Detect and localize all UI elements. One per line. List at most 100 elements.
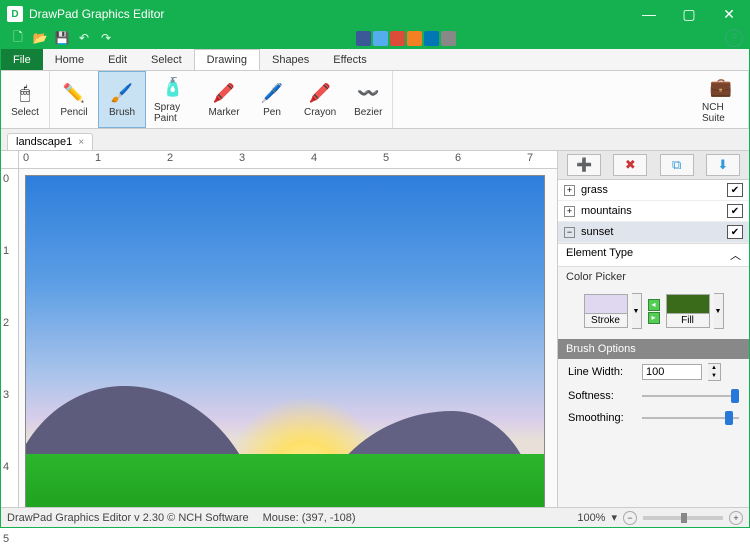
menu-bar: File Home Edit Select Drawing Shapes Eff… <box>1 49 749 71</box>
stroke-dropdown-icon[interactable]: ▼ <box>632 293 642 329</box>
layer-visible-checkbox[interactable]: ✔ <box>727 204 743 218</box>
document-tab-label: landscape1 <box>16 136 72 148</box>
brush-options-header: Brush Options <box>558 339 749 359</box>
color-picker-label: Color Picker <box>558 267 749 287</box>
tool-pencil[interactable]: ✏️Pencil <box>50 71 98 128</box>
spray-icon: 🧴 <box>161 76 185 100</box>
zoom-slider[interactable] <box>643 516 723 520</box>
close-button[interactable]: ✕ <box>709 1 749 27</box>
qat-new-icon[interactable]: 🗋 <box>9 29 27 47</box>
layer-name: grass <box>581 184 721 196</box>
zoom-value: 100% <box>577 512 605 524</box>
ribbon: 🖱 Select ✏️Pencil 🖌️Brush 🧴Spray Paint 🖍… <box>1 71 749 129</box>
swap-right-icon[interactable]: ▸ <box>648 312 660 324</box>
line-width-input[interactable] <box>642 364 702 380</box>
line-width-spinner[interactable]: ▲▼ <box>708 363 721 381</box>
twitter-icon[interactable] <box>373 31 388 46</box>
smoothing-slider[interactable] <box>642 411 739 425</box>
softness-row: Softness: <box>558 385 749 407</box>
layer-visible-checkbox[interactable]: ✔ <box>727 225 743 239</box>
add-layer-button[interactable]: ➕ <box>567 154 601 176</box>
maximize-button[interactable]: ▢ <box>669 1 709 27</box>
qat-save-icon[interactable]: 💾 <box>53 29 71 47</box>
fill-label: Fill <box>667 313 709 327</box>
qat-open-icon[interactable]: 📂 <box>31 29 49 47</box>
status-mouse-text: Mouse: (397, -108) <box>263 512 356 524</box>
stroke-color-box[interactable]: Stroke <box>584 294 628 328</box>
document-tab[interactable]: landscape1 × <box>7 133 93 150</box>
tool-bezier[interactable]: 〰️Bezier <box>344 71 392 128</box>
duplicate-layer-button[interactable]: ⧉ <box>660 154 694 176</box>
fill-dropdown-icon[interactable]: ▼ <box>714 293 724 329</box>
menu-shapes[interactable]: Shapes <box>260 49 321 70</box>
layer-name: mountains <box>581 205 721 217</box>
menu-home[interactable]: Home <box>43 49 96 70</box>
qat-undo-icon[interactable]: ↶ <box>75 29 93 47</box>
tool-crayon[interactable]: 🖍️Crayon <box>296 71 344 128</box>
close-tab-icon[interactable]: × <box>78 137 84 148</box>
nch-suite-button[interactable]: 💼NCH Suite <box>694 71 748 128</box>
color-picker-row: Stroke ▼ ◂ ▸ Fill ▼ <box>558 287 749 339</box>
layers-list: + grass ✔ + mountains ✔ − sunset ✔ <box>558 180 749 243</box>
minimize-button[interactable]: — <box>629 1 669 27</box>
app-icon: D <box>7 6 23 22</box>
smoothing-label: Smoothing: <box>568 412 636 424</box>
tool-marker[interactable]: 🖍️Marker <box>200 71 248 128</box>
title-bar: D DrawPad Graphics Editor — ▢ ✕ <box>1 1 749 27</box>
element-type-label: Element Type <box>566 247 633 263</box>
window-title: DrawPad Graphics Editor <box>29 7 629 21</box>
help-icon[interactable]: ? <box>725 29 743 47</box>
rss-icon[interactable] <box>407 31 422 46</box>
layer-row[interactable]: + grass ✔ <box>558 180 749 201</box>
collapse-icon[interactable]: − <box>564 227 575 238</box>
fill-swatch <box>667 295 709 313</box>
share-icon[interactable] <box>441 31 456 46</box>
layer-visible-checkbox[interactable]: ✔ <box>727 183 743 197</box>
zoom-in-button[interactable]: + <box>729 511 743 525</box>
google-icon[interactable] <box>390 31 405 46</box>
fill-color-box[interactable]: Fill <box>666 294 710 328</box>
facebook-icon[interactable] <box>356 31 371 46</box>
artwork[interactable] <box>25 175 545 507</box>
zoom-dropdown-icon[interactable]: ▾ <box>611 511 617 524</box>
menu-drawing[interactable]: Drawing <box>194 49 260 70</box>
layer-row[interactable]: + mountains ✔ <box>558 201 749 222</box>
chevron-up-icon[interactable]: ▲ <box>708 364 720 372</box>
tool-pen[interactable]: 🖊️Pen <box>248 71 296 128</box>
canvas-viewport[interactable] <box>19 169 557 507</box>
linkedin-icon[interactable] <box>424 31 439 46</box>
menu-file[interactable]: File <box>1 49 43 70</box>
expand-icon[interactable]: + <box>564 185 575 196</box>
expand-icon[interactable]: + <box>564 206 575 217</box>
tool-spray[interactable]: 🧴Spray Paint <box>146 71 200 128</box>
ruler-horizontal: 01234567 <box>1 151 557 169</box>
document-tab-bar: landscape1 × <box>1 129 749 151</box>
side-panel: ➕ ✖ ⧉ ⬇ + grass ✔ + mountains ✔ − sunset… <box>557 151 749 507</box>
chevron-down-icon[interactable]: ▼ <box>708 372 720 380</box>
softness-slider[interactable] <box>642 389 739 403</box>
chevron-up-icon[interactable]: ︿ <box>730 247 741 263</box>
qat-redo-icon[interactable]: ↷ <box>97 29 115 47</box>
menu-effects[interactable]: Effects <box>321 49 378 70</box>
stroke-label: Stroke <box>585 313 627 327</box>
softness-label: Softness: <box>568 390 636 402</box>
merge-layer-button[interactable]: ⬇ <box>706 154 740 176</box>
zoom-out-button[interactable]: − <box>623 511 637 525</box>
tool-brush[interactable]: 🖌️Brush <box>98 71 146 128</box>
marker-icon: 🖍️ <box>212 81 236 105</box>
status-app-text: DrawPad Graphics Editor v 2.30 © NCH Sof… <box>7 512 249 524</box>
ruler-vertical: 012345 <box>1 169 19 507</box>
tool-select[interactable]: 🖱 Select <box>1 71 49 128</box>
stroke-swatch <box>585 295 627 313</box>
pencil-icon: ✏️ <box>62 81 86 105</box>
element-type-row[interactable]: Element Type ︿ <box>558 243 749 267</box>
swap-left-icon[interactable]: ◂ <box>648 299 660 311</box>
bezier-icon: 〰️ <box>356 81 380 105</box>
layer-row[interactable]: − sunset ✔ <box>558 222 749 243</box>
layer-toolbar: ➕ ✖ ⧉ ⬇ <box>558 151 749 180</box>
delete-layer-button[interactable]: ✖ <box>613 154 647 176</box>
menu-edit[interactable]: Edit <box>96 49 139 70</box>
menu-select[interactable]: Select <box>139 49 194 70</box>
pen-icon: 🖊️ <box>260 81 284 105</box>
status-bar: DrawPad Graphics Editor v 2.30 © NCH Sof… <box>1 507 749 527</box>
